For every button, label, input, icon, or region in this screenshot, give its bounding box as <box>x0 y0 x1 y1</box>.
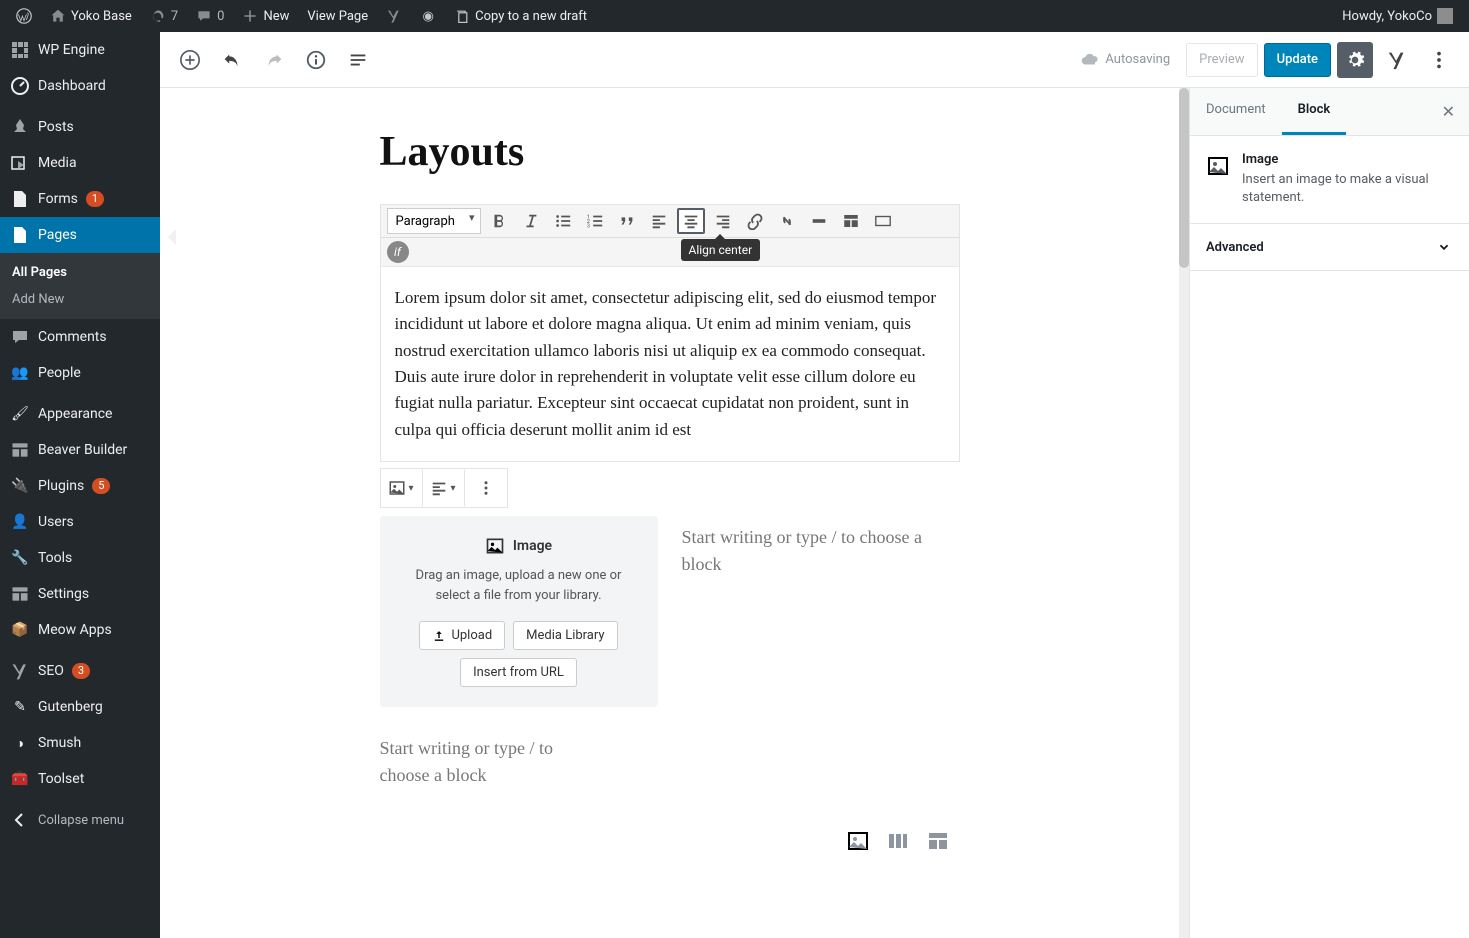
classic-content[interactable]: Lorem ipsum dolor sit amet, consectetur … <box>381 267 959 461</box>
tab-document[interactable]: Document <box>1190 88 1282 135</box>
bold-button[interactable] <box>485 208 513 234</box>
block-card-title: Image <box>1242 152 1453 167</box>
block-align-button[interactable]: ▾ <box>423 469 465 507</box>
quote-button[interactable] <box>613 208 641 234</box>
align-left-button[interactable] <box>645 208 673 234</box>
current-arrow-icon <box>160 229 176 245</box>
editor-topbar: Autosaving Preview Update <box>160 32 1469 88</box>
classic-toolbar-row2: if <box>381 238 959 267</box>
yoast-toggle-button[interactable] <box>1379 42 1415 78</box>
format-select[interactable]: Paragraph <box>387 208 481 234</box>
align-center-button[interactable] <box>677 208 705 234</box>
avatar-icon <box>1437 8 1453 24</box>
settings-toggle-button[interactable] <box>1337 42 1373 78</box>
insert-columns-icon[interactable] <box>886 829 910 853</box>
page-title[interactable]: Layouts <box>380 128 960 176</box>
unlink-button[interactable] <box>773 208 801 234</box>
ol-button[interactable] <box>581 208 609 234</box>
content-info-button[interactable] <box>298 42 334 78</box>
redo-button[interactable] <box>256 42 292 78</box>
fullscreen-button[interactable] <box>837 208 865 234</box>
align-center-tooltip: Align center <box>681 239 761 261</box>
tab-block[interactable]: Block <box>1282 88 1347 135</box>
scrollbar-thumb[interactable] <box>1179 88 1189 268</box>
ab-new[interactable]: New <box>234 0 297 32</box>
column-placeholder[interactable]: Start writing or type / to choose a bloc… <box>682 516 960 578</box>
scrollbar[interactable] <box>1179 88 1189 938</box>
insert-layout-icon[interactable] <box>926 829 950 853</box>
insert-url-button[interactable]: Insert from URL <box>460 658 577 687</box>
media-library-button[interactable]: Media Library <box>513 621 617 650</box>
ul-button[interactable] <box>549 208 577 234</box>
empty-paragraph-placeholder[interactable]: Start writing or type / to choose a bloc… <box>380 735 560 789</box>
ab-comments[interactable]: 0 <box>188 0 232 32</box>
insert-image-icon[interactable] <box>846 829 870 853</box>
block-card-desc: Insert an image to make a visual stateme… <box>1242 171 1453 207</box>
update-button[interactable]: Update <box>1264 43 1331 77</box>
readmore-button[interactable] <box>805 208 833 234</box>
block-type-button[interactable]: ▾ <box>381 469 423 507</box>
image-block-desc: Drag an image, upload a new one or selec… <box>398 566 640 605</box>
inspector-sidebar: Document Block ✕ Image Insert an image t… <box>1189 88 1469 938</box>
more-menu-button[interactable] <box>1421 42 1457 78</box>
ab-site[interactable]: Yoko Base <box>42 0 140 32</box>
link-button[interactable] <box>741 208 769 234</box>
inspector-block-card: Image Insert an image to make a visual s… <box>1190 136 1469 224</box>
toolbar-toggle-button[interactable] <box>869 208 897 234</box>
classic-block[interactable]: Paragraph <box>380 204 960 462</box>
align-right-button[interactable] <box>709 208 737 234</box>
inspector-advanced-panel[interactable]: Advanced <box>1190 224 1469 271</box>
ab-copy-draft[interactable]: Copy to a new draft <box>446 0 595 32</box>
mi-collapse[interactable]: Collapse menu <box>0 801 160 838</box>
admin-bar: Yoko Base 7 0 New View Page ◉ Copy to a … <box>0 0 1469 32</box>
editor-canvas[interactable]: Layouts Paragraph <box>160 88 1179 938</box>
image-block-title: Image <box>513 538 552 554</box>
mi-beaver[interactable]: Beaver Builder <box>0 432 160 468</box>
chevron-down-icon <box>1435 238 1453 256</box>
ab-yoast-icon[interactable] <box>378 0 410 32</box>
ab-howdy[interactable]: Howdy, YokoCo <box>1334 0 1461 32</box>
inspector-close-icon[interactable]: ✕ <box>1428 88 1469 135</box>
admin-sidebar: WP Engine Dashboard Posts Media Forms1 P… <box>0 32 160 938</box>
mi-pages[interactable]: Pages <box>0 217 160 253</box>
upload-button[interactable]: Upload <box>419 621 505 650</box>
autosave-status: Autosaving <box>1081 51 1170 69</box>
preview-button[interactable]: Preview <box>1186 43 1257 77</box>
classic-toolbar: Paragraph <box>381 205 959 238</box>
italic-button[interactable] <box>517 208 545 234</box>
block-card-icon <box>1206 154 1230 178</box>
block-nav-button[interactable] <box>340 42 376 78</box>
ab-misc-icon[interactable]: ◉ <box>412 0 444 32</box>
block-appender <box>380 829 960 853</box>
image-placeholder-block[interactable]: Image Drag an image, upload a new one or… <box>380 516 658 707</box>
ab-updates[interactable]: 7 <box>142 0 186 32</box>
image-block-toolbar: ▾ ▾ <box>380 468 508 508</box>
mi-comments[interactable]: Comments <box>0 319 160 355</box>
plugin-icon[interactable]: if <box>387 241 409 263</box>
mi-seo[interactable]: SEO3 <box>0 652 160 689</box>
block-more-button[interactable] <box>465 469 507 507</box>
ab-view-page[interactable]: View Page <box>299 0 376 32</box>
